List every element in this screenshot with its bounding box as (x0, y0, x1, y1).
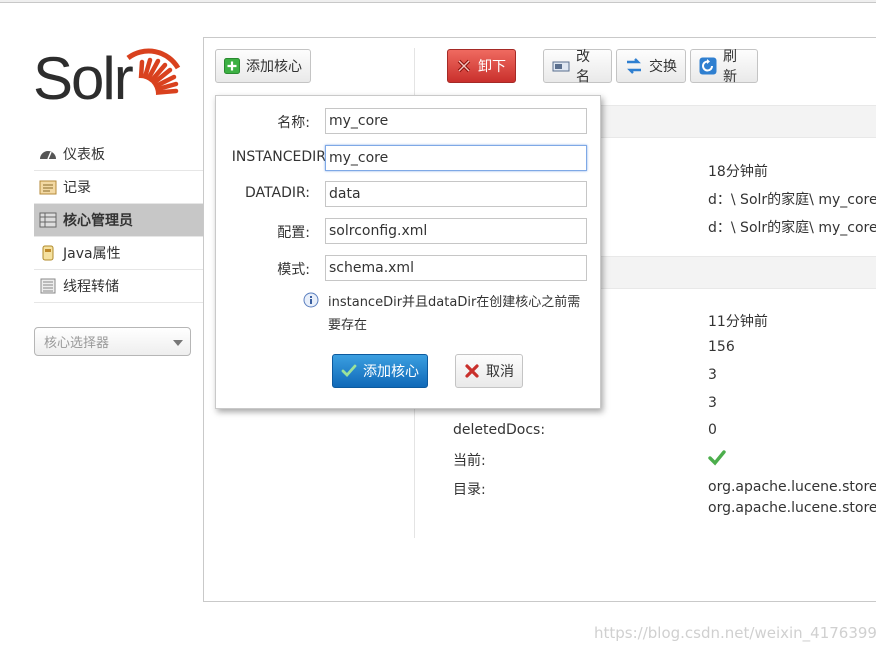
sidebar-item-core-admin[interactable]: 核心管理员 (34, 204, 204, 237)
directory-value-2: org.apache.lucene.store. (708, 500, 876, 516)
java-icon (42, 245, 54, 261)
cancel-button[interactable]: 取消 (455, 354, 523, 388)
data-dir-value: d：\ Solr的家庭\ my_core (708, 220, 876, 236)
sidebar-item-label: 仪表板 (63, 147, 105, 163)
solr-logo[interactable]: Solr (30, 32, 190, 112)
schema-row: 模式: (216, 255, 602, 281)
core-selector-label: 核心选择器 (44, 336, 110, 351)
add-core-dialog: 名称: INSTANCEDIR DATADIR: 配置: 模式: instanc… (215, 95, 601, 409)
check-icon (341, 364, 357, 378)
start-time-value: 18分钟前 (708, 164, 768, 180)
datadir-input[interactable] (325, 181, 587, 207)
chevron-down-icon (173, 340, 183, 346)
sidebar-item-label: Java属性 (63, 246, 121, 262)
watermark: https://blog.csdn.net/weixin_41763995 (594, 624, 876, 642)
thread-dump-icon (40, 278, 56, 294)
config-input[interactable] (325, 218, 587, 244)
deleted-docs-value: 0 (708, 422, 717, 438)
info-icon (303, 292, 319, 308)
config-row: 配置: (216, 218, 602, 244)
add-core-label: 添加核心 (246, 59, 302, 75)
reload-button[interactable]: 刷新 (690, 49, 758, 85)
rename-icon (552, 61, 570, 72)
core-admin-icon (39, 212, 57, 228)
logging-icon (39, 180, 57, 195)
plus-icon (224, 58, 240, 74)
current-label: 当前: (453, 453, 486, 469)
swap-icon (627, 58, 641, 74)
unload-label: 卸下 (478, 59, 506, 75)
sidebar-item-dashboard[interactable]: 仪表板 (34, 138, 204, 171)
name-input[interactable] (325, 108, 587, 134)
rename-button[interactable]: 改名 (543, 49, 612, 85)
cancel-label: 取消 (486, 364, 514, 380)
instancedir-label: INSTANCEDIR (231, 149, 326, 165)
datadir-label: DATADIR: (245, 185, 310, 201)
sidebar-nav: 仪表板 记录 核心管理员 Java属性 线程转储 (34, 138, 204, 303)
max-doc-value: 3 (708, 395, 717, 411)
sidebar-item-thread-dump[interactable]: 线程转储 (34, 270, 204, 303)
instance-dir-value: d：\ Solr的家庭\ my_core (708, 192, 876, 208)
sidebar-item-label: 核心管理员 (63, 213, 133, 229)
swap-label: 交换 (649, 59, 677, 75)
dashboard-icon (40, 151, 56, 160)
submit-add-core-button[interactable]: 添加核心 (332, 354, 428, 388)
directory-label: 目录: (453, 482, 486, 498)
deleted-docs-label: deletedDocs: (453, 422, 546, 438)
reload-label: 刷新 (723, 49, 737, 85)
last-modified-value: 11分钟前 (708, 314, 768, 330)
sidebar-item-java-properties[interactable]: Java属性 (34, 237, 204, 270)
sidebar-item-label: 记录 (63, 180, 91, 196)
dialog-note: instanceDir并且dataDir在创建核心之前需要存在 (328, 295, 581, 333)
swap-button[interactable]: 交换 (616, 49, 686, 83)
sun-logo-icon (124, 48, 181, 110)
unload-button[interactable]: 卸下 (447, 49, 516, 83)
instancedir-input[interactable] (325, 145, 587, 171)
version-value: 156 (708, 339, 735, 355)
directory-value-1: org.apache.lucene.store. (708, 479, 876, 495)
sidebar-item-logging[interactable]: 记录 (34, 171, 204, 204)
x-icon (465, 364, 479, 378)
sidebar-item-label: 线程转储 (63, 279, 119, 295)
x-icon (457, 59, 471, 73)
schema-label: 模式: (277, 262, 310, 278)
name-row: 名称: (216, 108, 602, 134)
datadir-row: DATADIR: (216, 181, 602, 207)
refresh-icon (699, 57, 717, 75)
window-top-edge (0, 0, 876, 3)
name-label: 名称: (277, 115, 310, 131)
config-label: 配置: (277, 225, 310, 241)
instancedir-row: INSTANCEDIR (216, 145, 602, 171)
rename-label: 改名 (576, 49, 590, 85)
add-core-button[interactable]: 添加核心 (215, 49, 311, 83)
schema-input[interactable] (325, 255, 587, 281)
submit-label: 添加核心 (363, 364, 419, 380)
core-selector-dropdown[interactable]: 核心选择器 (34, 327, 191, 356)
num-docs-value: 3 (708, 367, 717, 383)
checkmark-icon (708, 450, 726, 466)
